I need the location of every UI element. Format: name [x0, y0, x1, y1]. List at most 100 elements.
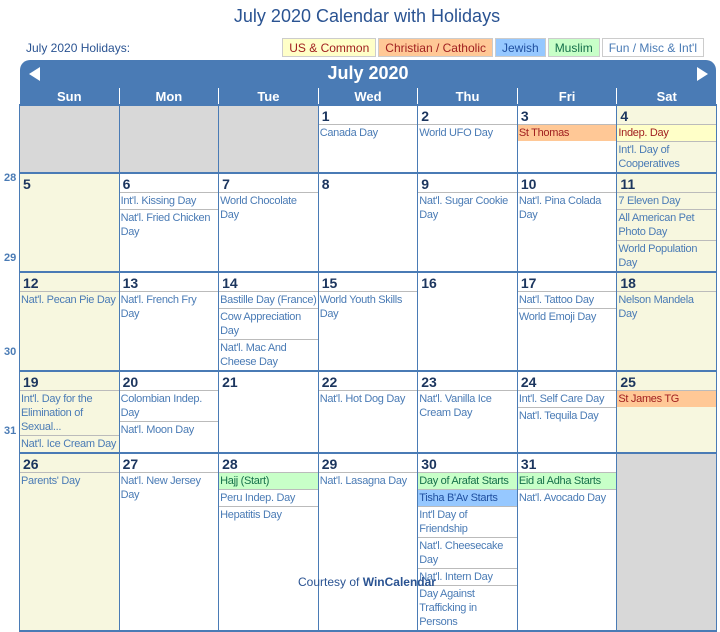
- day-number: 6: [122, 176, 131, 192]
- day-number: 21: [222, 374, 238, 390]
- holiday-event[interactable]: Nat'l. New Jersey Day: [119, 472, 219, 503]
- week-number: 29: [4, 252, 17, 264]
- day-number: 10: [520, 176, 537, 192]
- holiday-event[interactable]: Eid al Adha Starts: [517, 472, 617, 489]
- day-cell[interactable]: 29 Nat'l. Lasagna Day: [317, 452, 419, 632]
- day-cell[interactable]: 22 Nat'l. Hot Dog Day: [317, 370, 419, 454]
- day-cell[interactable]: 31 Eid al Adha Starts Nat'l. Avocado Day: [516, 452, 618, 632]
- holiday-event[interactable]: Bastille Day (France): [219, 291, 318, 308]
- day-cell[interactable]: 2 World UFO Day: [417, 104, 518, 174]
- holiday-event[interactable]: Nat'l. Tequila Day: [517, 407, 617, 424]
- holiday-event[interactable]: Hepatitis Day: [219, 506, 318, 523]
- day-cell[interactable]: 4 Indep. Day Int'l. Day of Cooperatives: [616, 104, 717, 174]
- legend-muslim[interactable]: Muslim: [547, 38, 600, 57]
- holiday-event[interactable]: Nat'l. Moon Day: [119, 421, 219, 438]
- holiday-event[interactable]: World Chocolate Day: [219, 192, 318, 223]
- holiday-event[interactable]: Nat'l. Ice Cream Day: [20, 435, 119, 452]
- day-cell[interactable]: 11 7 Eleven Day All American Pet Photo Day…: [616, 172, 717, 273]
- holiday-event[interactable]: Nat'l. Fried Chicken Day: [119, 209, 219, 240]
- week-number: 31: [4, 425, 17, 437]
- day-number: 22: [321, 374, 338, 390]
- day-cell[interactable]: 17 Nat'l. Tattoo Day World Emoji Day: [516, 271, 618, 372]
- day-cell[interactable]: 30 Day of Arafat Starts Tisha B'Av Starts I…: [417, 452, 518, 632]
- footer-prefix: Courtesy of: [298, 575, 360, 589]
- legend-jewish[interactable]: Jewish: [495, 38, 546, 57]
- month-header: July 2020: [20, 60, 716, 88]
- day-number: 26: [23, 456, 39, 472]
- holiday-event[interactable]: Nat'l. French Fry Day: [119, 291, 219, 322]
- holiday-event[interactable]: World UFO Day: [418, 124, 517, 141]
- day-number: 20: [122, 374, 139, 390]
- week-number: 30: [4, 346, 17, 358]
- day-cell[interactable]: 5: [19, 172, 120, 273]
- holiday-event[interactable]: 7 Eleven Day: [617, 192, 716, 209]
- empty-day-cell: [616, 452, 717, 632]
- calendar: July 2020 Sun Mon Tue Wed Thu Fri Sat 1 Canada …: [19, 60, 717, 632]
- day-cell[interactable]: 21: [218, 370, 319, 454]
- day-cell[interactable]: 3 St Thomas: [516, 104, 618, 174]
- holiday-event[interactable]: Nat'l. Vanilla Ice Cream Day: [418, 390, 517, 421]
- holiday-event[interactable]: World Youth Skills Day: [318, 291, 418, 322]
- day-cell[interactable]: 18 Nelson Mandela Day: [616, 271, 717, 372]
- weekday-header-sun: Sun: [19, 88, 120, 105]
- wincalendar-link[interactable]: WinCalendar: [363, 575, 436, 589]
- day-cell[interactable]: 9 Nat'l. Sugar Cookie Day: [417, 172, 518, 273]
- holiday-event[interactable]: Day of Arafat Starts: [418, 472, 517, 489]
- holiday-event[interactable]: Nat'l. Avocado Day: [517, 489, 617, 506]
- legend-us-common[interactable]: US & Common: [282, 38, 377, 57]
- holiday-event[interactable]: Int'l Day of Friendship: [418, 506, 517, 537]
- weekday-header-fri: Fri: [516, 88, 618, 105]
- day-cell[interactable]: 27 Nat'l. New Jersey Day: [118, 452, 220, 632]
- day-cell[interactable]: 14 Bastille Day (France) Cow Appreciation …: [218, 271, 319, 372]
- holiday-event[interactable]: St James TG: [617, 390, 716, 407]
- holiday-event[interactable]: Nat'l. Pecan Pie Day: [20, 291, 119, 308]
- holiday-event[interactable]: World Population Day: [617, 240, 716, 271]
- holiday-event[interactable]: Colombian Indep. Day: [119, 390, 219, 421]
- day-cell[interactable]: 26 Parents' Day: [19, 452, 120, 632]
- day-number: 5: [23, 176, 31, 192]
- holiday-event[interactable]: Int'l. Self Care Day: [517, 390, 617, 407]
- holiday-event[interactable]: Day Against Trafficking in Persons: [418, 585, 517, 630]
- holiday-event[interactable]: Nat'l. Mac And Cheese Day: [219, 339, 318, 370]
- day-cell[interactable]: 25 St James TG: [616, 370, 717, 454]
- holiday-event[interactable]: Canada Day: [318, 124, 418, 141]
- day-cell[interactable]: 16: [417, 271, 518, 372]
- day-cell[interactable]: 12 Nat'l. Pecan Pie Day: [19, 271, 120, 372]
- holiday-event[interactable]: All American Pet Photo Day: [617, 209, 716, 240]
- holiday-event[interactable]: Nat'l. Pina Colada Day: [517, 192, 617, 223]
- day-cell[interactable]: 8: [317, 172, 419, 273]
- day-cell[interactable]: 7 World Chocolate Day: [218, 172, 319, 273]
- legend-fun-misc[interactable]: Fun / Misc & Int'l: [601, 38, 704, 57]
- day-cell[interactable]: 23 Nat'l. Vanilla Ice Cream Day: [417, 370, 518, 454]
- day-cell[interactable]: 6 Int'l. Kissing Day Nat'l. Fried Chicken …: [118, 172, 220, 273]
- holiday-event[interactable]: Nat'l. Lasagna Day: [318, 472, 418, 489]
- holiday-event[interactable]: World Emoji Day: [517, 308, 617, 325]
- day-number: 25: [620, 374, 636, 390]
- holiday-event[interactable]: St Thomas: [517, 124, 617, 141]
- day-cell[interactable]: 20 Colombian Indep. Day Nat'l. Moon Day: [118, 370, 220, 454]
- holiday-event[interactable]: Nelson Mandela Day: [617, 291, 716, 322]
- holiday-event[interactable]: Indep. Day: [617, 124, 716, 141]
- holiday-event[interactable]: Nat'l. Tattoo Day: [517, 291, 617, 308]
- holiday-event[interactable]: Nat'l. Hot Dog Day: [318, 390, 418, 407]
- day-cell[interactable]: 1 Canada Day: [317, 104, 419, 174]
- holiday-event[interactable]: Int'l. Day of Cooperatives: [617, 141, 716, 172]
- holiday-event[interactable]: Int'l. Kissing Day: [119, 192, 219, 209]
- week-number: 28: [4, 172, 17, 184]
- day-cell[interactable]: 28 Hajj (Start) Peru Indep. Day Hepatitis D…: [218, 452, 319, 632]
- holiday-event[interactable]: Nat'l. Cheesecake Day: [418, 537, 517, 568]
- day-cell[interactable]: 13 Nat'l. French Fry Day: [118, 271, 220, 372]
- holiday-event[interactable]: Peru Indep. Day: [219, 489, 318, 506]
- holiday-event[interactable]: Tisha B'Av Starts: [418, 489, 517, 506]
- holiday-event[interactable]: Parents' Day: [20, 472, 119, 489]
- next-month-arrow-icon[interactable]: [697, 67, 708, 81]
- holiday-event[interactable]: Int'l. Day for the Elimination of Sexual…: [20, 390, 119, 435]
- day-cell[interactable]: 10 Nat'l. Pina Colada Day: [516, 172, 618, 273]
- holiday-event[interactable]: Nat'l. Sugar Cookie Day: [418, 192, 517, 223]
- day-cell[interactable]: 19 Int'l. Day for the Elimination of Sexu…: [19, 370, 120, 454]
- holiday-event[interactable]: Hajj (Start): [219, 472, 318, 489]
- day-cell[interactable]: 24 Int'l. Self Care Day Nat'l. Tequila Day: [516, 370, 618, 454]
- day-cell[interactable]: 15 World Youth Skills Day: [317, 271, 419, 372]
- legend-christian[interactable]: Christian / Catholic: [378, 38, 493, 57]
- holiday-event[interactable]: Cow Appreciation Day: [219, 308, 318, 339]
